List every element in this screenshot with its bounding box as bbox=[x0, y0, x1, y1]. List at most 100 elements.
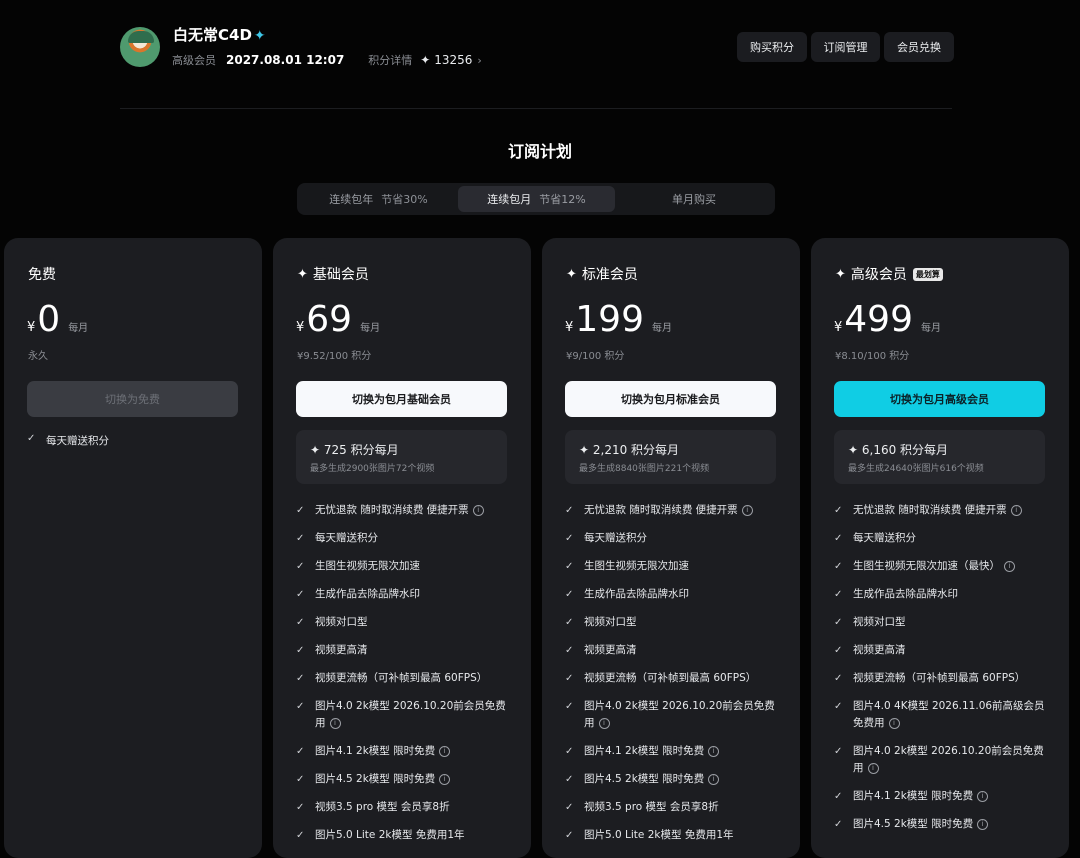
subscription-manage-button[interactable]: 订阅管理 bbox=[811, 32, 880, 62]
check-icon: ✓ bbox=[296, 673, 305, 684]
feature-label: 图片4.0 2k模型 2026.10.20前会员免费用 bbox=[315, 700, 506, 729]
points-icon: ✦ bbox=[579, 443, 590, 457]
feature-item: ✓ 图片4.0 2k模型 2026.10.20前会员免费用 i bbox=[834, 743, 1054, 777]
feature-text: 图片4.5 2k模型 限时免费 i bbox=[315, 771, 451, 788]
info-icon[interactable]: i bbox=[708, 774, 720, 785]
check-icon: ✓ bbox=[296, 774, 305, 785]
plan-card-basic: ✦ 基础会员 ¥69 每月 ¥9.52/100 积分 切换为包月基础会员 ✦ 725 积分每… bbox=[273, 238, 531, 858]
info-icon[interactable]: i bbox=[1004, 561, 1015, 572]
info-icon[interactable]: i bbox=[977, 819, 989, 830]
plan-note: 永久 bbox=[28, 351, 48, 362]
tab-single-month[interactable]: 单月购买 bbox=[616, 186, 772, 212]
check-icon: ✓ bbox=[296, 533, 305, 544]
check-icon: ✓ bbox=[565, 561, 574, 572]
info-icon[interactable]: i bbox=[888, 718, 900, 729]
feature-text: 生图生视频无限次加速 bbox=[315, 558, 420, 575]
per-points-price: ¥9/100 积分 bbox=[566, 351, 625, 362]
feature-label: 图片4.1 2k模型 限时免费 bbox=[853, 790, 974, 802]
feature-label: 视频更流畅（可补帧到最高 60FPS） bbox=[584, 672, 757, 684]
feature-text: 生图生视频无限次加速（最快） i bbox=[853, 558, 1015, 575]
account-subline: 高级会员 2027.08.01 12:07 积分详情 ✦ 13256 › bbox=[172, 52, 482, 68]
feature-text: 生成作品去除品牌水印 bbox=[853, 586, 958, 603]
feature-item: ✓ 视频更流畅（可补帧到最高 60FPS） bbox=[834, 670, 1054, 687]
check-icon: ✓ bbox=[296, 589, 305, 600]
feature-label: 视频更高清 bbox=[853, 644, 906, 656]
feature-label: 图片4.1 2k模型 限时免费 bbox=[584, 745, 705, 757]
switch-free-button[interactable]: 切换为免费 bbox=[27, 381, 238, 417]
switch-plan-button[interactable]: 切换为包月标准会员 bbox=[565, 381, 776, 417]
member-redeem-button[interactable]: 会员兑换 bbox=[884, 32, 954, 62]
check-icon: ✓ bbox=[296, 617, 305, 628]
buy-points-button[interactable]: 购买积分 bbox=[737, 32, 807, 62]
check-icon: ✓ bbox=[834, 746, 843, 757]
check-icon: ✓ bbox=[565, 802, 574, 813]
feature-text: 视频3.5 pro 模型 会员享8折 bbox=[315, 799, 450, 816]
feature-text: 视频对口型 bbox=[584, 614, 637, 631]
check-icon: ✓ bbox=[565, 830, 574, 841]
feature-label: 无忧退款 随时取消续费 便捷开票 bbox=[584, 504, 738, 516]
feature-label: 视频对口型 bbox=[315, 616, 368, 628]
quota-title-text: 2,210 积分每月 bbox=[592, 443, 680, 457]
feature-label: 视频更高清 bbox=[315, 644, 368, 656]
currency: ¥ bbox=[834, 320, 843, 335]
check-icon: ✓ bbox=[27, 433, 36, 444]
currency: ¥ bbox=[296, 320, 305, 335]
feature-label: 视频更高清 bbox=[584, 644, 637, 656]
feature-text: 视频更高清 bbox=[315, 642, 368, 659]
feature-text: 视频更流畅（可补帧到最高 60FPS） bbox=[853, 670, 1025, 687]
points-quota-box: ✦ 725 积分每月 最多生成2900张图片72个视频 bbox=[296, 430, 507, 484]
best-value-badge: 最划算 bbox=[912, 267, 943, 281]
feature-text: 每天赠送积分 bbox=[46, 435, 109, 447]
tab-monthly[interactable]: 连续包月 节省12% bbox=[458, 186, 615, 212]
info-icon[interactable]: i bbox=[472, 505, 484, 516]
feature-list: ✓ 无忧退款 随时取消续费 便捷开票 i ✓ 每天赠送积分 ✓ 生图生视频无限次加速（最快）… bbox=[834, 502, 1054, 844]
sparkle-icon: ✦ bbox=[253, 28, 266, 44]
feature-text: 视频对口型 bbox=[315, 614, 368, 631]
info-icon[interactable]: i bbox=[598, 718, 610, 729]
info-icon[interactable]: i bbox=[329, 718, 341, 729]
points-icon: ✦ bbox=[420, 53, 431, 67]
feature-label: 图片5.0 Lite 2k模型 免费用1年 bbox=[315, 829, 465, 841]
points-detail-link[interactable]: 积分详情 bbox=[368, 52, 412, 68]
feature-label: 生成作品去除品牌水印 bbox=[853, 588, 958, 600]
feature-label: 图片5.0 Lite 2k模型 免费用1年 bbox=[584, 829, 734, 841]
feature-text: 图片4.1 2k模型 限时免费 i bbox=[853, 788, 989, 805]
feature-item: ✓ 生图生视频无限次加速 bbox=[565, 558, 785, 575]
avatar[interactable] bbox=[120, 27, 160, 67]
tab-yearly[interactable]: 连续包年 节省30% bbox=[300, 186, 457, 212]
info-icon[interactable]: i bbox=[977, 791, 989, 802]
info-icon[interactable]: i bbox=[708, 746, 720, 757]
info-icon[interactable]: i bbox=[741, 505, 753, 516]
check-icon: ✓ bbox=[565, 746, 574, 757]
feature-text: 视频更高清 bbox=[584, 642, 637, 659]
switch-plan-button[interactable]: 切换为包月高级会员 bbox=[834, 381, 1045, 417]
period: 每月 bbox=[360, 323, 381, 334]
feature-item: ✓ 图片4.5 2k模型 限时免费 i bbox=[565, 771, 785, 788]
feature-text: 图片4.0 2k模型 2026.10.20前会员免费用 i bbox=[853, 743, 1054, 777]
check-icon: ✓ bbox=[296, 802, 305, 813]
feature-item: ✓ 生成作品去除品牌水印 bbox=[565, 586, 785, 603]
feature-text: 图片4.0 2k模型 2026.10.20前会员免费用 i bbox=[584, 698, 785, 732]
switch-plan-button[interactable]: 切换为包月基础会员 bbox=[296, 381, 507, 417]
feature-label: 视频更流畅（可补帧到最高 60FPS） bbox=[315, 672, 488, 684]
price-row: ¥199 每月 bbox=[565, 302, 672, 338]
check-icon: ✓ bbox=[565, 617, 574, 628]
check-icon: ✓ bbox=[834, 561, 843, 572]
price: 0 bbox=[37, 299, 61, 340]
feature-item: ✓ 图片4.5 2k模型 限时免费 i bbox=[834, 816, 1054, 833]
info-icon[interactable]: i bbox=[439, 746, 451, 757]
check-icon: ✓ bbox=[565, 701, 574, 712]
points-value[interactable]: ✦ 13256 bbox=[420, 53, 472, 67]
check-icon: ✓ bbox=[565, 533, 574, 544]
feature-item: ✓ 生图生视频无限次加速（最快） i bbox=[834, 558, 1054, 575]
feature-item: ✓ 图片4.0 2k模型 2026.10.20前会员免费用 i bbox=[296, 698, 516, 732]
currency: ¥ bbox=[565, 320, 574, 335]
info-icon[interactable]: i bbox=[1010, 505, 1022, 516]
feature-label: 无忧退款 随时取消续费 便捷开票 bbox=[315, 504, 469, 516]
check-icon: ✓ bbox=[296, 505, 305, 516]
sparkle-icon: ✦ bbox=[297, 266, 308, 282]
info-icon[interactable]: i bbox=[867, 763, 879, 774]
check-icon: ✓ bbox=[834, 701, 843, 712]
chevron-right-icon[interactable]: › bbox=[477, 54, 481, 67]
info-icon[interactable]: i bbox=[439, 774, 451, 785]
